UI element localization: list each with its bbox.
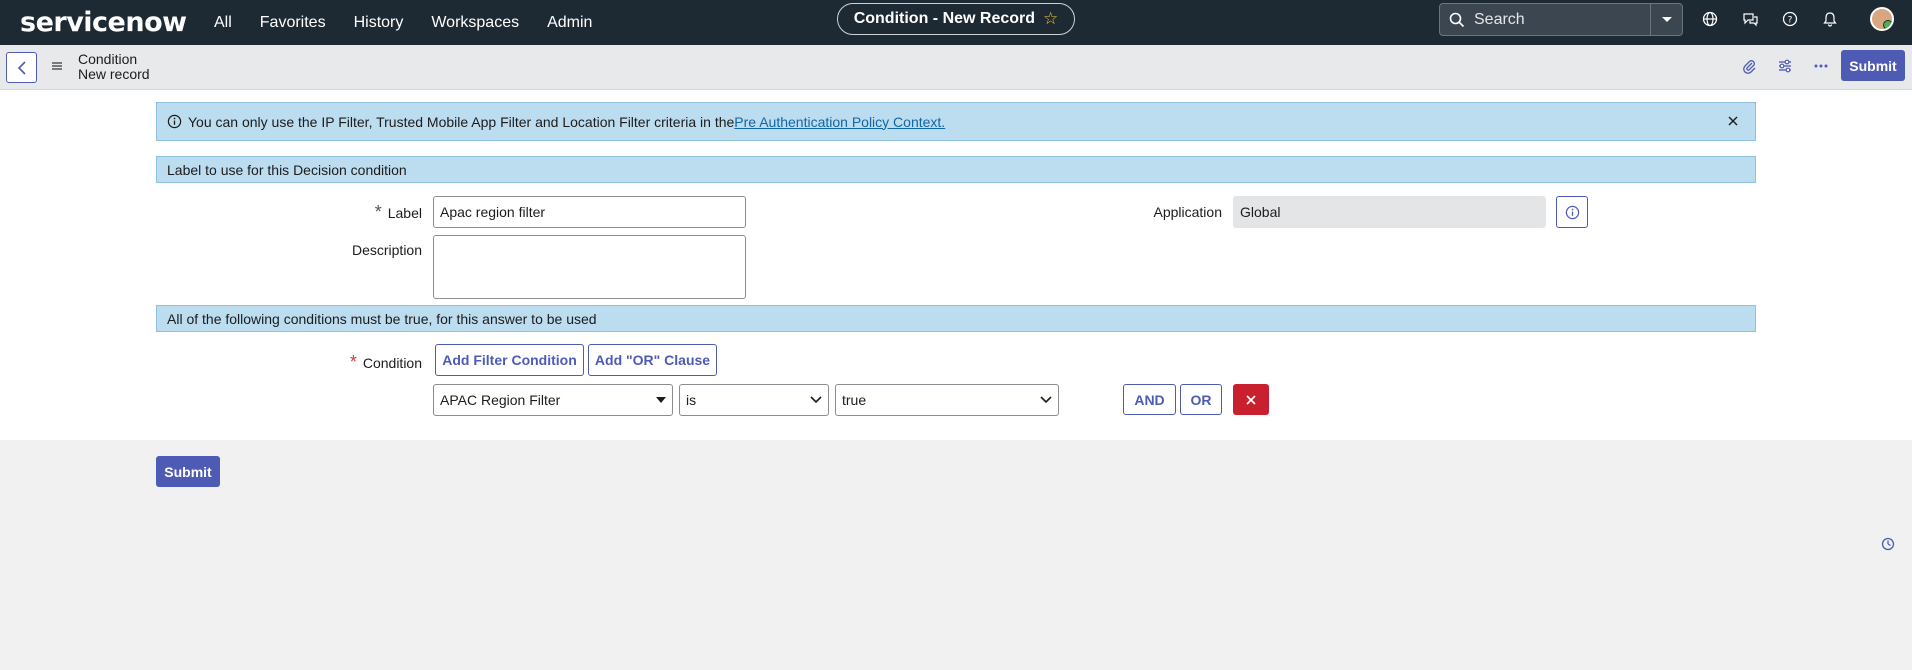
nav-workspaces[interactable]: Workspaces [417,14,533,32]
info-icon [167,114,182,129]
close-icon[interactable] [1727,114,1739,130]
back-button[interactable] [6,52,37,83]
label-field-label: * Label [374,202,422,222]
required-asterisk-icon: * [349,352,357,372]
nav-admin[interactable]: Admin [533,14,606,32]
description-textarea[interactable] [433,235,746,299]
top-icon-bar: ? [1698,7,1842,31]
form-breadcrumb: Condition New record [78,52,150,82]
record-title-pill[interactable]: Condition - New Record ☆ [837,3,1075,35]
search-icon [1440,12,1474,28]
attachment-icon[interactable] [1738,55,1760,77]
more-options-icon[interactable] [1810,55,1832,77]
servicenow-logo[interactable]: servicenow [20,7,190,38]
section-header-label: Label to use for this Decision condition [156,156,1756,183]
nav-favorites[interactable]: Favorites [246,14,340,32]
info-message: You can only use the IP Filter, Trusted … [156,102,1756,141]
nav-history[interactable]: History [340,14,418,32]
nav-all[interactable]: All [200,14,246,32]
chat-icon[interactable] [1738,7,1762,31]
and-condition-button[interactable]: AND [1123,384,1176,415]
add-filter-condition-button[interactable]: Add Filter Condition [435,344,584,376]
search-input[interactable] [1474,10,1644,29]
caret-down-icon [656,397,666,403]
chevron-down-icon [1661,16,1672,22]
condition-operator-select[interactable]: is [679,384,829,416]
record-label: New record [78,66,150,82]
submit-button-bottom[interactable]: Submit [156,456,220,487]
nav-menu: All Favorites History Workspaces Admin [200,14,606,32]
section-header-conditions: All of the following conditions must be … [156,305,1756,332]
form-header: Condition New record Submit [0,45,1912,90]
description-field-label: Description [351,242,422,258]
svg-text:?: ? [1788,16,1793,26]
table-name: Condition [78,51,138,67]
condition-value-select[interactable]: true [835,384,1059,416]
label-input[interactable]: Apac region filter [433,196,746,228]
application-readonly-field: Global [1233,196,1546,228]
submit-button-top[interactable]: Submit [1841,50,1905,81]
bell-icon[interactable] [1818,7,1842,31]
pre-auth-policy-link[interactable]: Pre Authentication Policy Context. [734,114,945,130]
clock-icon[interactable] [1881,537,1895,554]
chevron-down-icon [1040,396,1052,404]
star-favorite-icon[interactable]: ☆ [1043,9,1058,29]
application-field-label: Application [1153,204,1223,220]
chevron-left-icon [17,60,26,75]
user-avatar[interactable] [1870,7,1894,31]
info-message-text: You can only use the IP Filter, Trusted … [188,113,735,130]
or-condition-button[interactable]: OR [1180,384,1222,415]
condition-field-label: * Condition [349,352,422,372]
globe-icon[interactable] [1698,7,1722,31]
application-info-button[interactable] [1556,196,1588,228]
form-actions-icons [1738,55,1832,77]
settings-sliders-icon[interactable] [1774,55,1796,77]
required-asterisk-icon: * [374,202,382,222]
global-search [1439,3,1683,36]
add-or-clause-button[interactable]: Add "OR" Clause [588,344,717,376]
delete-condition-button[interactable] [1233,384,1269,415]
hamburger-menu-icon[interactable] [50,59,64,76]
info-icon [1565,205,1579,219]
chevron-down-icon [810,396,822,404]
form-body: You can only use the IP Filter, Trusted … [0,90,1912,440]
help-icon[interactable]: ? [1778,7,1802,31]
top-navigation: servicenow All Favorites History Workspa… [0,0,1912,45]
search-scope-dropdown[interactable] [1650,4,1682,35]
record-title: Condition - New Record [853,10,1036,27]
condition-field-select[interactable]: APAC Region Filter [433,384,673,416]
close-icon [1246,394,1256,405]
